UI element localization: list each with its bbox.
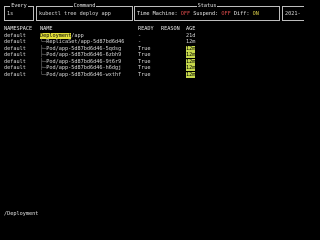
command-panel: Command kubectl tree deploy app xyxy=(36,3,133,21)
row-name: └─ReplicaSet/app-5d87bd6d46 xyxy=(40,39,124,45)
diff-label: Diff: xyxy=(233,11,250,17)
row-name: ├─Pod/app-5d87bd6d46-9t6r9 xyxy=(40,59,121,65)
every-title: Every xyxy=(10,3,28,9)
search-command-line[interactable]: /Deployment xyxy=(4,211,38,217)
row-name-text: ReplicaSet/app-5d87bd6d46 xyxy=(46,39,125,45)
row-age-changed: 12m xyxy=(186,45,196,52)
row-age: 12m xyxy=(186,39,196,45)
row-age-changed: 12m xyxy=(186,65,196,71)
header-ready: READY xyxy=(138,26,154,32)
time-machine-label: Time Machine: xyxy=(137,11,178,17)
suspend-label: Suspend: xyxy=(193,11,219,17)
row-ready: - xyxy=(138,39,142,45)
suspend-toggle[interactable]: OFF xyxy=(221,11,230,17)
status-content: Time Machine: OFF Suspend: OFF Diff: ON xyxy=(137,11,259,17)
row-namespace: default xyxy=(4,32,26,39)
row-namespace: default xyxy=(4,58,26,65)
header-age: AGE xyxy=(186,26,196,32)
row-age-changed: 12m xyxy=(186,52,196,58)
row-ready: - xyxy=(138,32,142,39)
timestamp-panel: 2021- xyxy=(282,6,304,21)
row-name: ├─Pod/app-5d87bd6d46-h6dgj xyxy=(40,65,121,71)
row-namespace: default xyxy=(4,71,26,78)
row-age-changed: 12m xyxy=(186,58,196,65)
row-age: 21d xyxy=(186,32,196,39)
row-namespace: default xyxy=(4,39,26,45)
row-name-text: Pod/app-5d87bd6d46-9t6r9 xyxy=(46,58,122,65)
row-name: ├─Pod/app-5d87bd6d46-5qdsg xyxy=(40,46,121,52)
row-name: └─Pod/app-5d87bd6d46-wxthf xyxy=(40,72,121,78)
every-panel: Every 1s xyxy=(4,3,34,21)
search-match-highlight: Deployment xyxy=(40,32,72,39)
row-name-text: Pod/app-5d87bd6d46-h6dgj xyxy=(46,65,122,71)
row-name-text: Pod/app-5d87bd6d46-5qdsg xyxy=(46,45,122,52)
timestamp-value: 2021- xyxy=(285,11,301,17)
header-name: NAME xyxy=(40,26,53,32)
header-namespace: NAMESPACE xyxy=(4,26,33,32)
row-age-changed: 12m xyxy=(186,71,196,78)
row-ready: True xyxy=(138,58,151,65)
time-machine-toggle[interactable]: OFF xyxy=(181,11,190,17)
command-title: Command xyxy=(72,3,97,9)
row-name-text: Pod/app-5d87bd6d46-wxthf xyxy=(46,71,122,78)
row-name: ├─Pod/app-5d87bd6d46-6zbh9 xyxy=(40,52,121,58)
row-namespace: default xyxy=(4,45,26,52)
row-name: Deployment/app xyxy=(40,32,84,39)
status-panel: Status Time Machine: OFF Suspend: OFF Di… xyxy=(134,3,280,21)
row-ready: True xyxy=(138,65,151,71)
command-value[interactable]: kubectl tree deploy app xyxy=(39,11,111,17)
row-ready: True xyxy=(138,52,151,58)
diff-toggle[interactable]: ON xyxy=(253,11,259,17)
row-ready: True xyxy=(138,71,151,78)
status-title: Status xyxy=(196,3,218,9)
row-name-rest: /app xyxy=(71,32,84,39)
header-reason: REASON xyxy=(161,26,180,32)
interval-value[interactable]: 1s xyxy=(7,11,13,17)
row-namespace: default xyxy=(4,65,26,71)
row-name-text: Pod/app-5d87bd6d46-6zbh9 xyxy=(46,52,122,58)
row-ready: True xyxy=(138,45,151,52)
row-namespace: default xyxy=(4,52,26,58)
